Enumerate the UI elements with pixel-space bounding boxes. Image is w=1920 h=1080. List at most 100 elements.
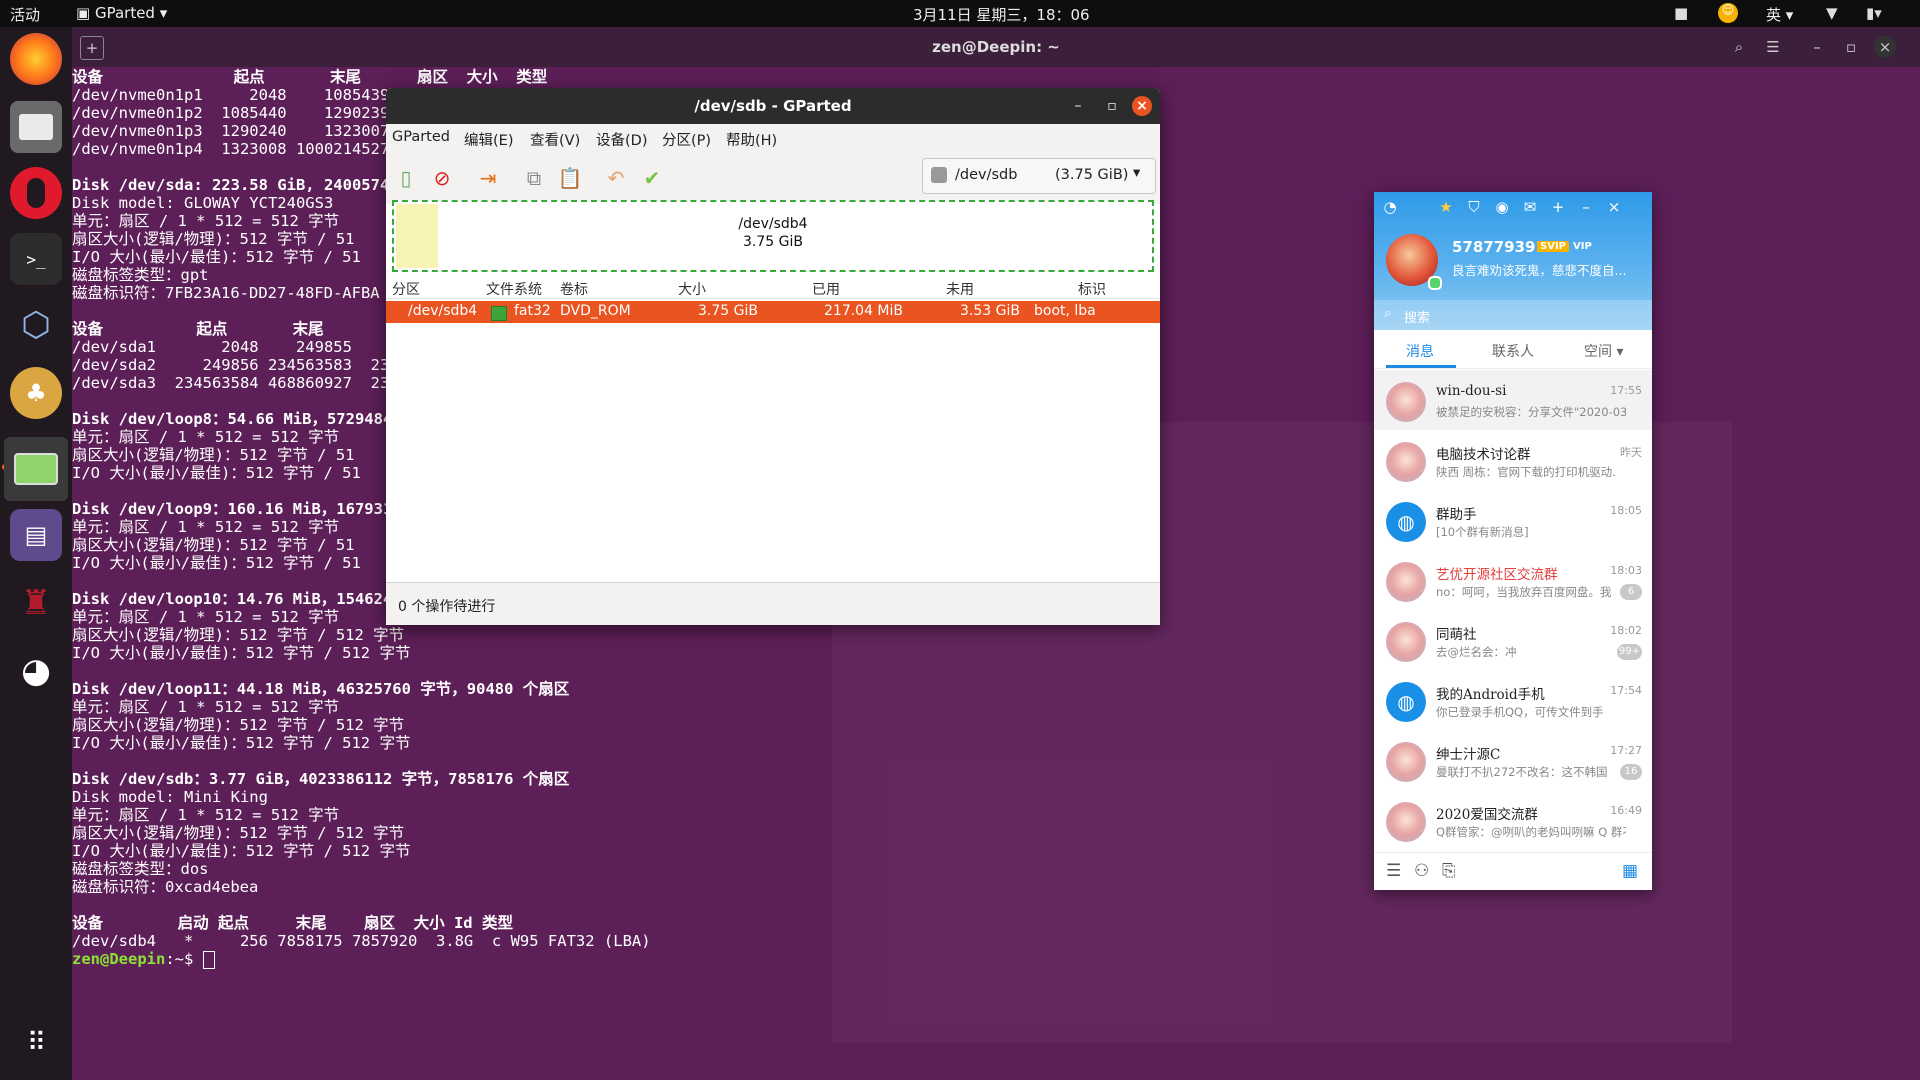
menu-device[interactable]: 设备(D) [596, 129, 647, 150]
disk-map[interactable]: /dev/sdb4 3.75 GiB [392, 200, 1154, 272]
star-icon[interactable]: ★ [1436, 198, 1456, 216]
list-item[interactable]: ◍ 群助手 [10个群有新消息] 18:05 [1374, 490, 1652, 550]
app-menu[interactable]: ▣ GParted ▾ [76, 4, 167, 22]
app-grid-icon[interactable]: ▦ [1622, 861, 1638, 881]
clock[interactable]: 3月11日 星期三，18：06 [913, 4, 1090, 25]
activities-button[interactable]: 活动 [10, 4, 40, 25]
tray-app-icon[interactable]: ☺ [1718, 3, 1738, 23]
chat-name: 群助手 [1436, 507, 1477, 523]
list-item[interactable]: 2020爱国交流群 Q群管家：@咧叭的老妈叫咧嘛 Q 群不 16:49 [1374, 790, 1652, 850]
menu-help[interactable]: 帮助(H) [726, 129, 777, 150]
chevron-down-icon: ▾ [1133, 165, 1141, 181]
col-flags[interactable]: 标识 [1078, 279, 1106, 299]
app-icon[interactable]: ♣ [10, 367, 62, 419]
col-filesystem[interactable]: 文件系统 [486, 279, 542, 299]
close-icon[interactable]: × [1874, 36, 1896, 58]
hamburger-menu-icon[interactable]: ☰ [1762, 36, 1784, 58]
search-icon[interactable]: ⌕ [1728, 36, 1750, 58]
input-method[interactable]: 英 ▾ [1766, 4, 1793, 25]
prompt-path: :~$ [165, 950, 203, 968]
col-label[interactable]: 卷标 [560, 279, 588, 299]
wifi-icon[interactable]: ▼ [1826, 4, 1838, 22]
tab-messages[interactable]: 消息 [1406, 341, 1434, 361]
mail-icon[interactable]: ✉ [1520, 198, 1540, 216]
text-cursor [202, 950, 215, 969]
qq-tabs: 消息 联系人 空间 ▾ [1374, 332, 1652, 369]
list-item[interactable]: 同萌社 去@烂名会：冲 18:02 99+ [1374, 610, 1652, 670]
gparted-icon[interactable] [4, 437, 68, 501]
chat-name: 我的Android手机 [1436, 687, 1545, 703]
settings-icon[interactable]: ◉ [1492, 198, 1512, 216]
system-menu-icon[interactable]: ▮▾ [1866, 4, 1882, 22]
minimize-icon[interactable]: – [1068, 96, 1088, 116]
qq-icon[interactable]: ◕ [10, 645, 62, 697]
tab-space-label: 空间 [1584, 344, 1612, 360]
qq-header: ◔ ★ ⛉ ◉ ✉ + – × 578779391 SVIP VIP 良言难劝该死… [1374, 192, 1652, 330]
device-selector[interactable]: /dev/sdb (3.75 GiB) ▾ [922, 158, 1156, 194]
terminal-line: I/O 大小(最小/最佳)：512 字节 / 512 字节 [72, 842, 411, 860]
col-partition[interactable]: 分区 [392, 279, 420, 299]
list-item[interactable]: ◍ 我的Android手机 你已登录手机QQ，可传文件到手 17:54 [1374, 670, 1652, 730]
add-friend-icon[interactable]: ⚇ [1414, 861, 1429, 881]
camera-icon[interactable]: ■ [1674, 4, 1688, 22]
add-icon[interactable]: + [1548, 198, 1568, 216]
tab-space[interactable]: 空间 ▾ [1584, 341, 1623, 361]
firefox-icon[interactable] [10, 33, 62, 85]
paste-icon[interactable]: 📋 [556, 164, 584, 192]
list-item[interactable]: 绅士汁源C 曼联打不扒272不改名：这不韩国 17:27 16 [1374, 730, 1652, 790]
files-icon[interactable] [10, 101, 62, 153]
device-name: /dev/sdb [955, 167, 1018, 183]
online-status-icon[interactable] [1428, 276, 1442, 290]
pending-operations: 0 个操作待进行 [398, 599, 496, 615]
qq-logo-icon: ◔ [1383, 198, 1397, 216]
terminal-prompt[interactable]: zen@Deepin:~$ [72, 950, 651, 969]
new-partition-icon[interactable]: ▯ [392, 164, 420, 192]
list-item[interactable]: win-dou-si 被禁足的安税容：分享文件"2020-03- 17:55 [1374, 370, 1652, 430]
resize-move-icon[interactable]: ⇥ [474, 164, 502, 192]
delete-icon[interactable]: ⊘ [428, 164, 456, 192]
close-icon[interactable]: × [1132, 96, 1152, 116]
close-icon[interactable]: × [1604, 198, 1624, 216]
apply-icon[interactable]: ✔ [638, 164, 666, 192]
maximize-icon[interactable]: ▫ [1102, 96, 1122, 116]
menu-bar: GParted 编辑(E) 查看(V) 设备(D) 分区(P) 帮助(H) [386, 124, 1160, 150]
wine-icon[interactable]: ♜ [10, 577, 62, 629]
terminal-icon[interactable]: >_ [10, 233, 62, 285]
table-row[interactable]: /dev/sdb4 fat32 DVD_ROM 3.75 GiB 217.04 … [386, 301, 1160, 323]
opera-icon[interactable] [10, 167, 62, 219]
menu-view[interactable]: 查看(V) [530, 129, 580, 150]
col-used[interactable]: 已用 [812, 279, 840, 299]
chat-time: 18:02 [1610, 624, 1642, 637]
main-menu-icon[interactable]: ☰ [1386, 861, 1401, 881]
terminal-line: /dev/sdb4 * 256 7858175 7857920 3.8G c W… [72, 932, 651, 950]
list-item[interactable]: 电脑技术讨论群 陕西 周栋：官网下载的打印机驱动. 昨天 [1374, 430, 1652, 490]
chat-avatar [1386, 802, 1426, 842]
maximize-icon[interactable]: ▫ [1840, 36, 1862, 58]
tab-contacts[interactable]: 联系人 [1492, 341, 1534, 361]
skin-icon[interactable]: ⛉ [1464, 198, 1484, 216]
qq-window[interactable]: ◔ ★ ⛉ ◉ ✉ + – × 578779391 SVIP VIP 良言难劝该死… [1374, 192, 1652, 890]
col-size[interactable]: 大小 [678, 279, 706, 299]
virtualbox-icon[interactable]: ⬡ [10, 299, 62, 351]
undo-icon[interactable]: ↶ [602, 164, 630, 192]
minimize-icon[interactable]: – [1806, 36, 1828, 58]
menu-partition[interactable]: 分区(P) [662, 129, 711, 150]
list-item[interactable]: 艺优开源社区交流群 no：呵呵，当我放弃百度网盘。我 18:03 6 [1374, 550, 1652, 610]
show-apps-icon[interactable]: ⠿ [10, 1017, 62, 1069]
copy-icon[interactable]: ⧉ [520, 164, 548, 192]
col-unused[interactable]: 未用 [946, 279, 974, 299]
signature[interactable]: 良言难劝该死鬼，慈悲不度自... [1452, 260, 1626, 279]
app-manager-icon[interactable]: ⎘ [1442, 861, 1456, 881]
terminal-line: 磁盘标识符：0xcad4ebea [72, 878, 259, 896]
unread-badge: 16 [1620, 764, 1642, 780]
filesystem-color-icon [491, 306, 507, 321]
menu-edit[interactable]: 编辑(E) [464, 129, 513, 150]
minimize-icon[interactable]: – [1576, 198, 1596, 216]
search-input[interactable]: ⌕ 搜索 [1374, 300, 1652, 330]
chat-time: 17:55 [1610, 384, 1642, 397]
menu-gparted[interactable]: GParted [392, 129, 450, 145]
gparted-window[interactable]: /dev/sdb - GParted – ▫ × GParted 编辑(E) 查… [386, 88, 1160, 625]
video-icon[interactable]: ▤ [10, 509, 62, 561]
